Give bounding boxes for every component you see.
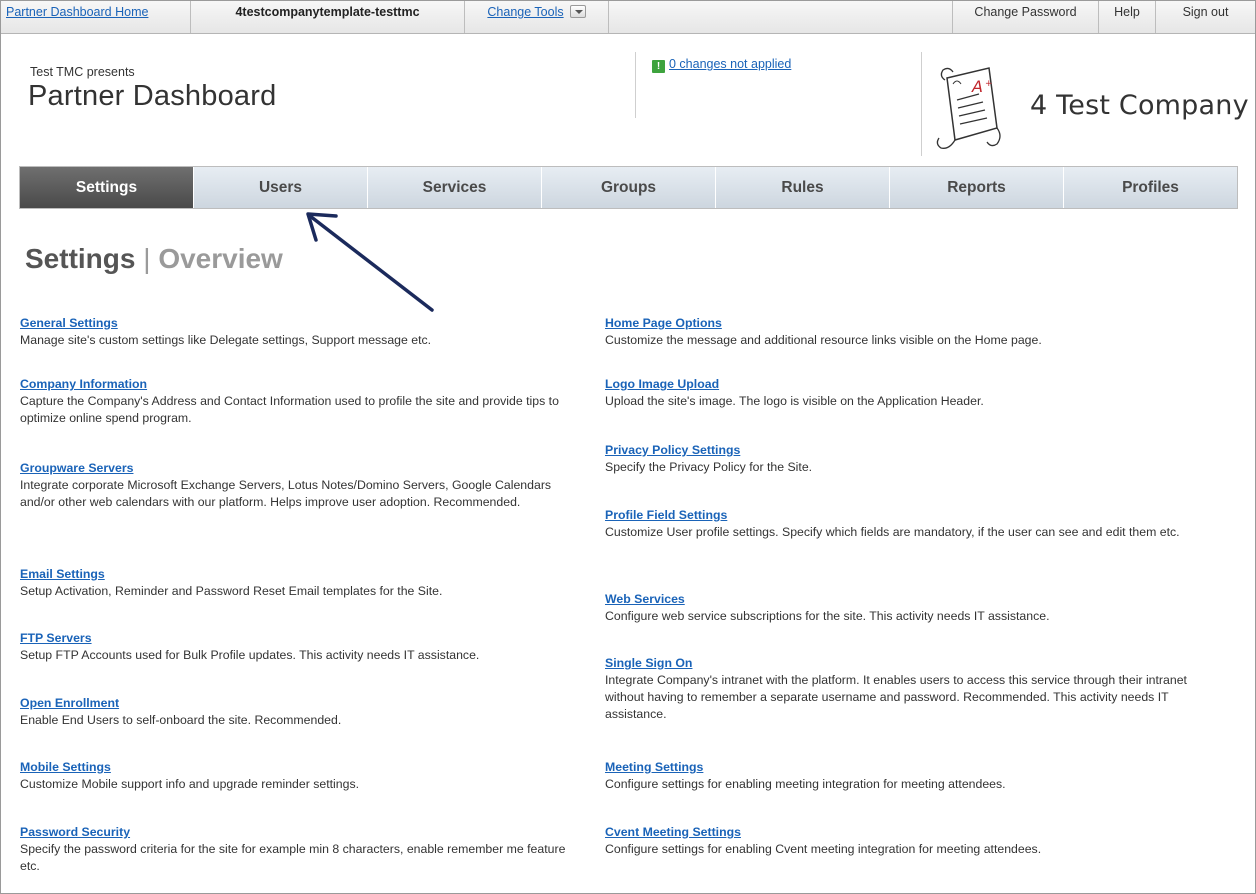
web-services-link[interactable]: Web Services — [605, 591, 1049, 608]
list-item: Open Enrollment Enable End Users to self… — [20, 695, 341, 729]
list-item: Logo Image Upload Upload the site's imag… — [605, 376, 984, 410]
item-description: Integrate corporate Microsoft Exchange S… — [20, 478, 552, 509]
tab-users[interactable]: Users — [194, 167, 368, 208]
list-item: Profile Field Settings Customize User pr… — [605, 507, 1180, 541]
list-item: Company Information Capture the Company'… — [20, 376, 580, 427]
presents-text: Test TMC presents — [30, 65, 135, 79]
sign-out-link[interactable]: Sign out — [1156, 1, 1255, 33]
page-title: Settings | Overview — [25, 243, 283, 275]
email-settings-link[interactable]: Email Settings — [20, 566, 442, 583]
item-description: Setup FTP Accounts used for Bulk Profile… — [20, 648, 480, 662]
changes-notice: ! 0 changes not applied — [652, 57, 791, 73]
exclamation-icon: ! — [652, 60, 665, 73]
list-item: Web Services Configure web service subsc… — [605, 591, 1049, 625]
change-password-link[interactable]: Change Password — [952, 1, 1099, 33]
mobile-settings-link[interactable]: Mobile Settings — [20, 759, 359, 776]
tab-services[interactable]: Services — [368, 167, 542, 208]
svg-text:A: A — [971, 77, 983, 96]
changes-not-applied-link[interactable]: 0 changes not applied — [669, 57, 791, 71]
item-description: Customize User profile settings. Specify… — [605, 525, 1180, 539]
chevron-down-icon[interactable] — [569, 5, 586, 18]
title-separator: | — [143, 243, 151, 274]
partner-dashboard-home-link[interactable]: Partner Dashboard Home — [6, 5, 148, 19]
item-description: Customize Mobile support info and upgrad… — [20, 777, 360, 791]
groupware-servers-link[interactable]: Groupware Servers — [20, 460, 580, 477]
item-description: Customize the message and additional res… — [605, 333, 1042, 347]
header-divider-2 — [921, 52, 922, 156]
item-description: Configure settings for enabling Cvent me… — [605, 842, 1042, 856]
tab-groups[interactable]: Groups — [542, 167, 716, 208]
tab-profiles[interactable]: Profiles — [1064, 167, 1237, 208]
svg-text:+: + — [985, 79, 993, 89]
item-description: Manage site's custom settings like Deleg… — [20, 333, 432, 347]
list-item: Mobile Settings Customize Mobile support… — [20, 759, 359, 793]
page-brand-title: Partner Dashboard — [28, 80, 277, 112]
change-tools-link[interactable]: Change Tools — [487, 5, 563, 19]
item-description: Configure web service subscriptions for … — [605, 609, 1050, 623]
top-bar: Partner Dashboard Home 4testcompanytempl… — [1, 1, 1255, 34]
company-name: 4 Test Company — [1030, 90, 1249, 121]
site-name: 4testcompanytemplate-testtmc — [191, 1, 465, 33]
item-description: Specify the Privacy Policy for the Site. — [605, 460, 813, 474]
ftp-servers-link[interactable]: FTP Servers — [20, 630, 479, 647]
annotation-arrow-icon — [306, 212, 434, 312]
item-description: Enable End Users to self-onboard the sit… — [20, 713, 342, 727]
list-item: Email Settings Setup Activation, Reminde… — [20, 566, 442, 600]
profile-field-settings-link[interactable]: Profile Field Settings — [605, 507, 1180, 524]
main-nav: Settings Users Services Groups Rules Rep… — [19, 166, 1238, 209]
header-divider — [635, 52, 636, 118]
list-item: Groupware Servers Integrate corporate Mi… — [20, 460, 580, 511]
meeting-settings-link[interactable]: Meeting Settings — [605, 759, 1006, 776]
list-item: Privacy Policy Settings Specify the Priv… — [605, 442, 812, 476]
item-description: Integrate Company's intranet with the pl… — [605, 673, 1187, 721]
tab-reports[interactable]: Reports — [890, 167, 1064, 208]
list-item: FTP Servers Setup FTP Accounts used for … — [20, 630, 479, 664]
list-item: Cvent Meeting Settings Configure setting… — [605, 824, 1041, 858]
password-security-link[interactable]: Password Security — [20, 824, 580, 841]
list-item: Password Security Specify the password c… — [20, 824, 580, 875]
list-item: Meeting Settings Configure settings for … — [605, 759, 1006, 793]
home-page-options-link[interactable]: Home Page Options — [605, 315, 1042, 332]
item-description: Specify the password criteria for the si… — [20, 842, 566, 873]
company-logo-icon: A + — [936, 67, 1001, 149]
privacy-policy-settings-link[interactable]: Privacy Policy Settings — [605, 442, 812, 459]
company-information-link[interactable]: Company Information — [20, 376, 580, 393]
item-description: Upload the site's image. The logo is vis… — [605, 394, 984, 408]
help-link[interactable]: Help — [1099, 1, 1156, 33]
change-tools-cell: Change Tools — [465, 1, 609, 33]
list-item: General Settings Manage site's custom se… — [20, 315, 431, 349]
page-subtitle: Overview — [158, 243, 283, 274]
item-description: Capture the Company's Address and Contac… — [20, 394, 559, 425]
general-settings-link[interactable]: General Settings — [20, 315, 431, 332]
tab-rules[interactable]: Rules — [716, 167, 890, 208]
home-cell: Partner Dashboard Home — [1, 1, 191, 33]
item-description: Configure settings for enabling meeting … — [605, 777, 1006, 791]
list-item: Single Sign On Integrate Company's intra… — [605, 655, 1225, 723]
logo-image-upload-link[interactable]: Logo Image Upload — [605, 376, 984, 393]
open-enrollment-link[interactable]: Open Enrollment — [20, 695, 341, 712]
page-title-main: Settings — [25, 243, 136, 274]
list-item: Home Page Options Customize the message … — [605, 315, 1042, 349]
item-description: Setup Activation, Reminder and Password … — [20, 584, 443, 598]
cvent-meeting-settings-link[interactable]: Cvent Meeting Settings — [605, 824, 1041, 841]
single-sign-on-link[interactable]: Single Sign On — [605, 655, 1225, 672]
tab-settings[interactable]: Settings — [20, 167, 194, 208]
